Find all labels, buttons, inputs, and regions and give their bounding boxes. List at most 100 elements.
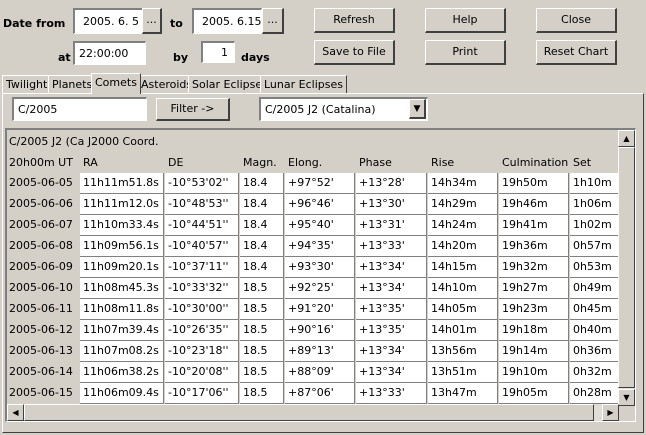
cell-magn: 18.4 (240, 194, 284, 215)
tab-planets[interactable]: Planets (48, 75, 97, 93)
cell-ra: 11h11m51.8s (80, 173, 164, 194)
cell-de: -10°33'32'' (165, 278, 239, 299)
dropdown-arrow-icon[interactable]: ▼ (409, 99, 426, 119)
cell-culmination: 19h46m (499, 194, 569, 215)
cell-ra: 11h09m20.1s (80, 257, 164, 278)
column-header-de: DE (168, 156, 184, 169)
cell-set: 0h49m (570, 278, 620, 299)
cell-phase: +13°31' (356, 215, 427, 236)
cell-de: -10°48'53'' (165, 194, 239, 215)
cell-set: 1h02m (570, 215, 620, 236)
arrow-right-icon[interactable]: ▶ (602, 404, 619, 421)
arrow-down-icon[interactable]: ▼ (618, 389, 635, 406)
comet-search-input[interactable]: C/2005 (12, 97, 147, 121)
cell-set: 0h32m (570, 362, 620, 383)
column-header-ra: RA (83, 156, 98, 169)
cell-magn: 18.5 (240, 362, 284, 383)
date-from-field[interactable]: 2005. 6. 5 (73, 8, 143, 34)
cell-magn: 18.4 (240, 257, 284, 278)
cell-date: 2005-06-14 (9, 365, 73, 378)
cell-set: 0h45m (570, 299, 620, 320)
cell-elong: +89°13' (285, 341, 355, 362)
cell-elong: +91°20' (285, 299, 355, 320)
reset-chart-button[interactable]: Reset Chart (536, 40, 617, 65)
cell-culmination: 19h36m (499, 236, 569, 257)
cell-ra: 11h06m38.2s (80, 362, 164, 383)
cell-rise: 13h51m (428, 362, 498, 383)
column-header-rise: Rise (431, 156, 455, 169)
column-header-elong: Elong. (288, 156, 323, 169)
cell-ra: 11h09m56.1s (80, 236, 164, 257)
cell-magn: 18.4 (240, 173, 284, 194)
cell-culmination: 19h05m (499, 383, 569, 404)
date-from-picker-button[interactable]: ... (142, 8, 162, 34)
tab-comets[interactable]: Comets (91, 73, 141, 94)
date-to-picker-button[interactable]: ... (262, 8, 284, 34)
cell-rise: 14h24m (428, 215, 498, 236)
at-label: at (58, 51, 71, 64)
cell-de: -10°17'06'' (165, 383, 239, 404)
days-label: days (241, 51, 270, 64)
cell-magn: 18.5 (240, 383, 284, 404)
cell-set: 0h28m (570, 383, 620, 404)
cell-set: 0h53m (570, 257, 620, 278)
column-header-magn: Magn. (243, 156, 277, 169)
horizontal-scroll-thumb[interactable] (24, 404, 594, 421)
cell-phase: +13°34' (356, 341, 427, 362)
table-title: C/2005 J2 (Ca J2000 Coord. (9, 135, 159, 148)
cell-de: -10°23'18'' (165, 341, 239, 362)
cell-elong: +87°06' (285, 383, 355, 404)
cell-date: 2005-06-08 (9, 239, 73, 252)
cell-magn: 18.5 (240, 341, 284, 362)
time-field[interactable]: 22:00:00 (73, 41, 146, 65)
by-label: by (173, 51, 189, 64)
cell-de: -10°53'02'' (165, 173, 239, 194)
cell-rise: 14h05m (428, 299, 498, 320)
cell-culmination: 19h41m (499, 215, 569, 236)
cell-rise: 14h20m (428, 236, 498, 257)
cell-ra: 11h07m39.4s (80, 320, 164, 341)
filter-button[interactable]: Filter -> (156, 98, 230, 121)
column-header-set: Set (573, 156, 592, 169)
cell-culmination: 19h23m (499, 299, 569, 320)
cell-elong: +90°16' (285, 320, 355, 341)
cell-culmination: 19h18m (499, 320, 569, 341)
ephemeris-table[interactable]: C/2005 J2 (Ca J2000 Coord. 20h00m UT RA DE… (5, 128, 636, 422)
date-to-field[interactable]: 2005. 6.15 (192, 8, 262, 34)
cell-phase: +13°34' (356, 278, 427, 299)
save-to-file-button[interactable]: Save to File (314, 40, 395, 65)
cell-ra: 11h08m45.3s (80, 278, 164, 299)
comet-select[interactable]: C/2005 J2 (Catalina) (259, 97, 428, 121)
cell-elong: +97°52' (285, 173, 355, 194)
cell-elong: +88°09' (285, 362, 355, 383)
cell-rise: 13h47m (428, 383, 498, 404)
cell-phase: +13°30' (356, 194, 427, 215)
cell-set: 0h40m (570, 320, 620, 341)
cell-elong: +92°25' (285, 278, 355, 299)
cell-elong: +94°35' (285, 236, 355, 257)
cell-de: -10°37'11'' (165, 257, 239, 278)
arrow-up-icon[interactable]: ▲ (618, 130, 635, 147)
vertical-scrollbar[interactable]: ▲ ▼ (618, 130, 635, 406)
step-field[interactable]: 1 (201, 41, 235, 63)
column-header-phase: Phase (359, 156, 392, 169)
vertical-scroll-thumb[interactable] (618, 147, 635, 388)
cell-de: -10°40'57'' (165, 236, 239, 257)
cell-rise: 14h01m (428, 320, 498, 341)
close-button[interactable]: Close (536, 8, 617, 33)
cell-phase: +13°35' (356, 320, 427, 341)
cell-set: 1h06m (570, 194, 620, 215)
tab-lunar-eclipses[interactable]: Lunar Eclipses (260, 75, 347, 93)
cell-ra: 11h11m12.0s (80, 194, 164, 215)
cell-phase: +13°33' (356, 383, 427, 404)
print-button[interactable]: Print (425, 40, 506, 65)
tab-twilight[interactable]: Twilight (2, 75, 52, 93)
horizontal-scrollbar[interactable]: ◀ ▶ (7, 404, 619, 421)
cell-date: 2005-06-07 (9, 218, 73, 231)
arrow-left-icon[interactable]: ◀ (7, 404, 24, 421)
cell-culmination: 19h50m (499, 173, 569, 194)
cell-date: 2005-06-06 (9, 197, 73, 210)
cell-rise: 14h10m (428, 278, 498, 299)
help-button[interactable]: Help (425, 8, 506, 33)
refresh-button[interactable]: Refresh (314, 8, 395, 33)
